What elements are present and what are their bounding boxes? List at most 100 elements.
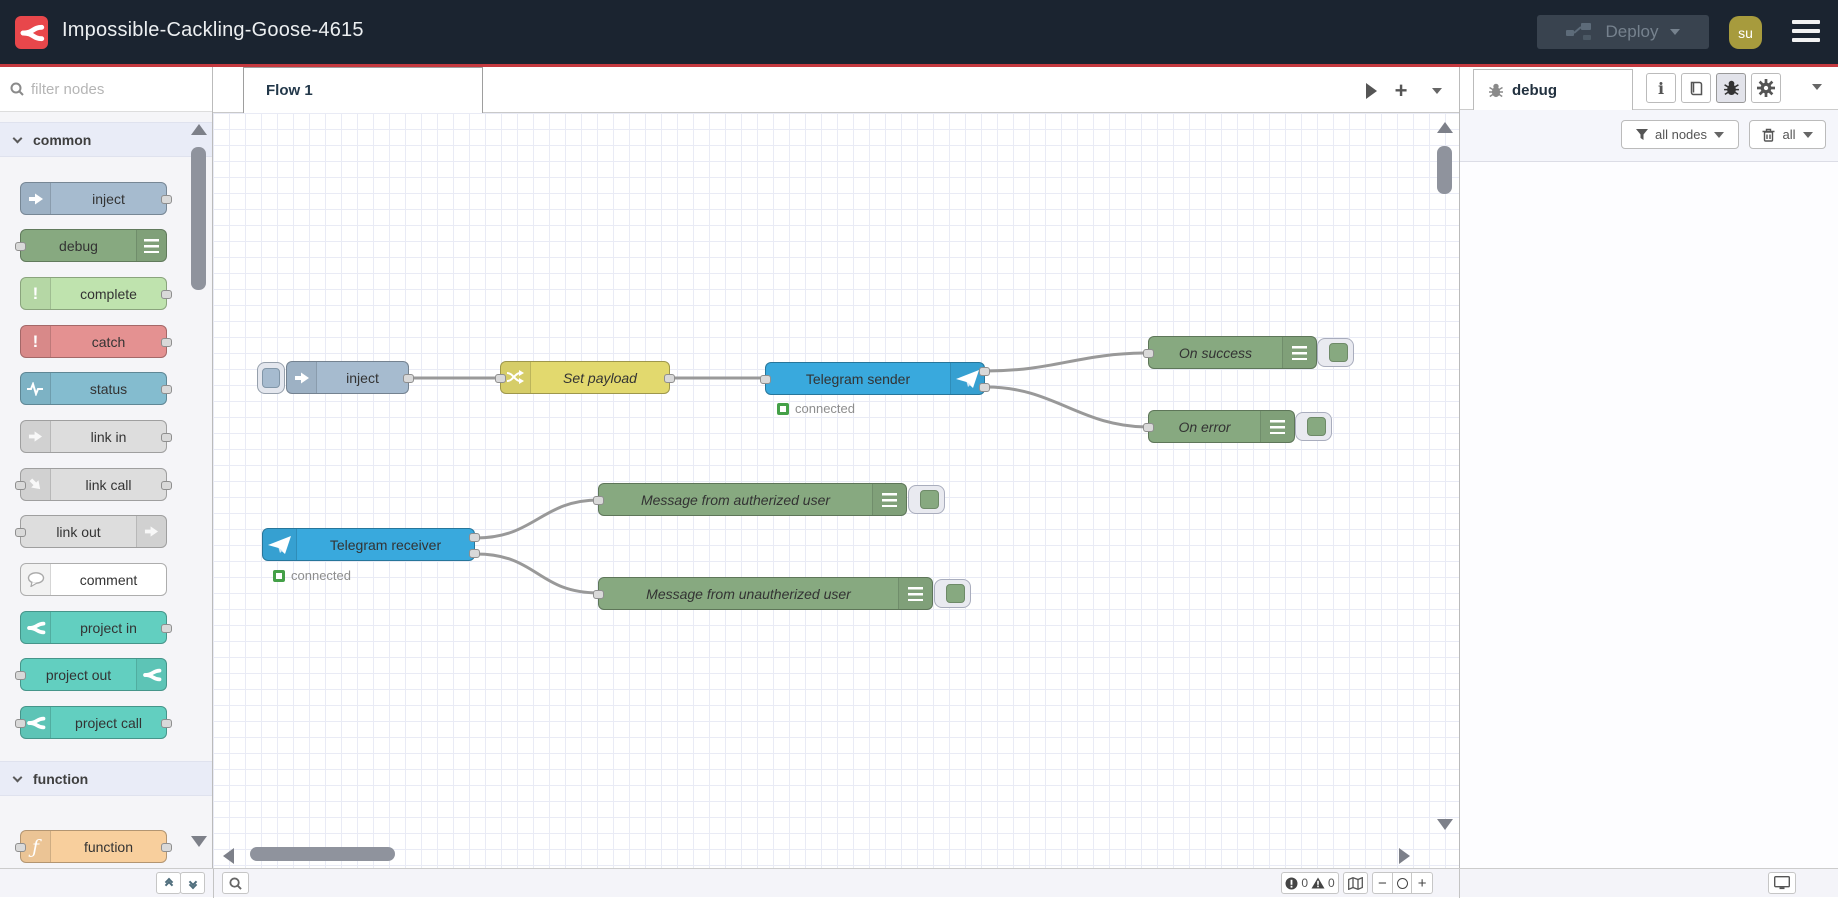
deploy-options-caret-icon[interactable]: [1670, 29, 1681, 35]
info-tab-button[interactable]: i: [1646, 73, 1676, 103]
canvas-scroll-left-icon[interactable]: [223, 848, 234, 864]
flow-node-inject[interactable]: inject: [286, 361, 414, 394]
tab-debug[interactable]: debug: [1473, 69, 1633, 110]
add-flow-button[interactable]: +: [1389, 79, 1413, 103]
wire-receiver-unauthorized[interactable]: [474, 552, 601, 595]
input-port[interactable]: [15, 481, 26, 490]
tab-list-button[interactable]: [1359, 79, 1383, 103]
debug-toggle-button[interactable]: [1295, 412, 1332, 441]
wire-sender-onsuccess[interactable]: [984, 351, 1151, 373]
palette-category-common[interactable]: common: [0, 122, 212, 157]
palette-scrollbar-handle[interactable]: [191, 147, 206, 290]
canvas-scroll-down-icon[interactable]: [1437, 819, 1453, 830]
palette-search[interactable]: [0, 67, 212, 112]
output-port[interactable]: [161, 385, 172, 394]
flow-node-on-success[interactable]: On success: [1143, 336, 1317, 369]
palette-scroll-up-icon[interactable]: [191, 124, 207, 135]
output-port[interactable]: [161, 843, 172, 852]
debug-toggle-button[interactable]: [1317, 338, 1354, 367]
help-tab-button[interactable]: [1681, 73, 1711, 103]
flow-node-telegram-sender[interactable]: Telegram sender: [760, 362, 990, 395]
palette-filter-input[interactable]: [31, 80, 161, 98]
output-port[interactable]: [161, 433, 172, 442]
wire-sender-onerror[interactable]: [984, 385, 1151, 429]
input-port[interactable]: [15, 719, 26, 728]
main-menu-icon[interactable]: [1792, 20, 1820, 42]
canvas-vscrollbar-handle[interactable]: [1437, 146, 1452, 194]
output-port[interactable]: [161, 338, 172, 347]
palette-node-complete[interactable]: ! complete: [20, 277, 172, 310]
output-port[interactable]: [403, 374, 414, 383]
palette-node-comment[interactable]: comment: [20, 563, 167, 596]
palette-expand-all-button[interactable]: [180, 872, 205, 894]
zoom-out-button[interactable]: −: [1373, 872, 1393, 894]
palette-node-link-in[interactable]: link in: [20, 420, 172, 453]
palette-node-catch[interactable]: ! catch: [20, 325, 172, 358]
input-port[interactable]: [1143, 349, 1154, 358]
palette-collapse-all-button[interactable]: [156, 872, 181, 894]
input-port[interactable]: [15, 843, 26, 852]
flow-node-msg-unauthorized[interactable]: Message from unautherized user: [593, 577, 933, 610]
input-port[interactable]: [760, 375, 771, 384]
output-port[interactable]: [161, 624, 172, 633]
debug-filter-button[interactable]: all nodes: [1621, 120, 1739, 149]
notifications-status[interactable]: 0 0: [1281, 872, 1339, 894]
flow-node-on-error[interactable]: On error: [1143, 410, 1295, 443]
navigator-toggle-button[interactable]: [1343, 872, 1368, 894]
palette-node-status[interactable]: status: [20, 372, 172, 405]
tab-flow-1[interactable]: Flow 1: [243, 67, 483, 113]
canvas-scroll-up-icon[interactable]: [1437, 122, 1453, 133]
debug-messages-panel[interactable]: [1460, 162, 1838, 868]
palette-node-inject[interactable]: inject: [20, 182, 172, 215]
palette-node-project-call[interactable]: project call: [15, 706, 172, 739]
palette-node-function[interactable]: ƒ function: [15, 830, 172, 863]
palette-node-link-call[interactable]: link call: [15, 468, 172, 501]
output-port[interactable]: [664, 374, 675, 383]
canvas-search-button[interactable]: [222, 872, 249, 894]
canvas-scroll-right-icon[interactable]: [1399, 848, 1410, 864]
input-port[interactable]: [15, 671, 26, 680]
chevron-down-icon: [1714, 131, 1725, 138]
book-icon: [1690, 81, 1702, 95]
debug-toggle-button[interactable]: [908, 485, 945, 514]
deploy-button[interactable]: Deploy: [1537, 15, 1709, 49]
input-port[interactable]: [593, 590, 604, 599]
inject-trigger-button[interactable]: [257, 362, 285, 394]
input-port[interactable]: [495, 374, 506, 383]
zoom-in-button[interactable]: +: [1412, 872, 1432, 894]
palette-category-function[interactable]: function: [0, 761, 212, 796]
input-port[interactable]: [15, 528, 26, 537]
flow-node-telegram-receiver[interactable]: Telegram receiver: [262, 528, 480, 561]
zoom-reset-button[interactable]: [1393, 872, 1413, 894]
input-port[interactable]: [593, 496, 604, 505]
input-port[interactable]: [1143, 423, 1154, 432]
flow-node-set-payload[interactable]: Set payload: [495, 361, 675, 394]
sidebar-menu-caret-icon[interactable]: [1812, 84, 1822, 90]
output-port[interactable]: [161, 290, 172, 299]
palette-node-project-out[interactable]: project out: [15, 658, 167, 691]
output-port[interactable]: [161, 719, 172, 728]
palette-node-project-in[interactable]: project in: [20, 611, 172, 644]
palette-node-debug[interactable]: debug: [15, 229, 167, 262]
debug-clear-button[interactable]: all: [1749, 120, 1826, 149]
debug-toggle-button[interactable]: [934, 579, 971, 608]
output-port[interactable]: [161, 195, 172, 204]
palette-scroll-down-icon[interactable]: [191, 836, 207, 847]
input-port[interactable]: [15, 242, 26, 251]
output-port[interactable]: [161, 481, 172, 490]
flow-node-msg-authorized[interactable]: Message from autherized user: [593, 483, 907, 516]
canvas-hscrollbar-handle[interactable]: [250, 847, 395, 861]
user-avatar[interactable]: su: [1729, 16, 1762, 49]
output-port-1[interactable]: [469, 533, 480, 542]
tab-menu-button[interactable]: [1425, 79, 1449, 103]
output-port-1[interactable]: [979, 367, 990, 376]
output-port-2[interactable]: [469, 549, 480, 558]
palette-node-link-out[interactable]: link out: [15, 515, 167, 548]
config-tab-button[interactable]: [1751, 73, 1781, 103]
event-log-button[interactable]: [1768, 872, 1796, 894]
debug-tab-button[interactable]: [1716, 73, 1746, 103]
warning-triangle-icon: [1311, 877, 1325, 889]
wire-receiver-authorized[interactable]: [474, 498, 601, 540]
output-port-2[interactable]: [979, 383, 990, 392]
flow-canvas[interactable]: inject Set payload Telegram sender conne…: [213, 113, 1459, 868]
